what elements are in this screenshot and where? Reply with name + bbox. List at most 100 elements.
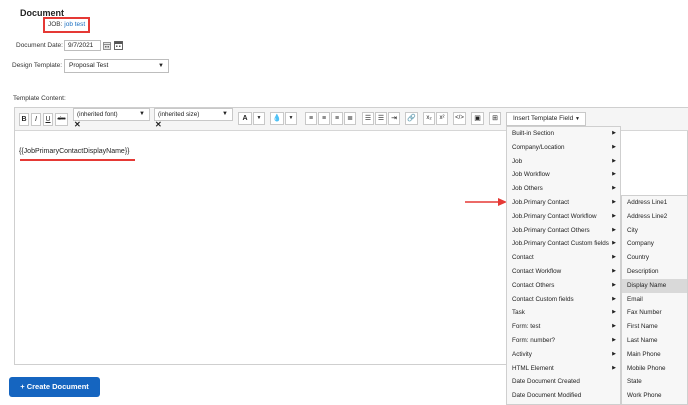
plus-icon: + <box>20 382 25 391</box>
submenu-item-address-line1[interactable]: Address Line1 <box>622 196 687 210</box>
align-center-button[interactable]: ≡ <box>318 112 330 125</box>
menu-item-job-others[interactable]: Job Others ▶ <box>507 182 620 196</box>
align-center-icon: ≡ <box>321 115 327 122</box>
calendar-clear-icon[interactable] <box>103 41 111 50</box>
menu-item-form-number[interactable]: Form: number? ▶ <box>507 334 620 348</box>
menu-item-job-primary-contact-custom-fields[interactable]: Job.Primary Contact Custom fields ▶ <box>507 237 620 251</box>
view-source-button[interactable]: </> <box>453 112 466 125</box>
document-date-label: Document Date: <box>16 42 63 49</box>
insert-template-field-button[interactable]: Insert Template Field ▼ <box>506 112 586 126</box>
job-link[interactable]: job test <box>64 21 85 28</box>
chevron-right-icon: ▶ <box>612 199 616 205</box>
chevron-right-icon: ▶ <box>612 295 616 302</box>
menu-item-contact[interactable]: Contact ▶ <box>507 251 620 265</box>
submenu-item-work-phone[interactable]: Work Phone <box>622 389 687 403</box>
menu-item-company-location[interactable]: Company/Location ▶ <box>507 141 620 155</box>
table-icon: ⊞ <box>492 115 498 122</box>
align-right-button[interactable]: ≡ <box>331 112 343 125</box>
align-left-button[interactable]: ≡ <box>305 112 317 125</box>
insert-table-button[interactable]: ⊞ <box>489 112 501 125</box>
menu-item-job[interactable]: Job ▶ <box>507 155 620 169</box>
bold-button[interactable]: B <box>19 113 29 126</box>
numbered-list-button[interactable]: ☰ <box>375 112 387 125</box>
insert-image-button[interactable]: ▣ <box>471 112 484 125</box>
template-field-menu: Built-in Section ▶ Company/Location ▶ Job ▶… <box>506 126 621 405</box>
content-underline-annotation <box>20 159 135 161</box>
font-color-dropdown[interactable]: ▼ <box>253 112 265 125</box>
justify-button[interactable]: ≣ <box>344 112 356 125</box>
submenu-item-company[interactable]: Company <box>622 237 687 251</box>
document-date-input[interactable]: 9/7/2021 <box>64 40 101 51</box>
font-color-button[interactable]: A <box>238 112 252 125</box>
menu-item-contact-others[interactable]: Contact Others ▶ <box>507 279 620 293</box>
chevron-down-icon: ▼ <box>139 111 145 117</box>
background-color-button[interactable]: 💧 <box>270 112 284 125</box>
paint-drop-icon: 💧 <box>272 115 282 122</box>
create-document-label: Create Document <box>26 382 89 391</box>
chevron-right-icon: ▶ <box>612 281 616 288</box>
superscript-button[interactable]: x² <box>436 112 448 125</box>
create-document-button[interactable]: + Create Document <box>9 377 100 397</box>
submenu-item-display-name[interactable]: Display Name <box>622 278 687 293</box>
submenu-item-last-name[interactable]: Last Name <box>622 334 687 348</box>
submenu-item-state[interactable]: State <box>622 375 687 389</box>
submenu-item-mobile-phone[interactable]: Mobile Phone <box>622 362 687 376</box>
submenu-item-country[interactable]: Country <box>622 251 687 265</box>
submenu-item-description[interactable]: Description <box>622 265 687 279</box>
submenu-item-main-phone[interactable]: Main Phone <box>622 348 687 362</box>
menu-item-task[interactable]: Task ▶ <box>507 306 620 320</box>
primary-contact-submenu: Address Line1 Address Line2 City Company… <box>621 195 688 405</box>
subscript-button[interactable]: x₂ <box>423 112 435 125</box>
job-reference: JOB: job test <box>43 17 90 33</box>
font-size-value: (inherited size) <box>158 111 200 118</box>
strikethrough-button[interactable]: abc <box>55 113 68 126</box>
menu-item-date-document-modified[interactable]: Date Document Modified <box>507 389 620 403</box>
indent-button[interactable]: ⇥ <box>388 112 400 125</box>
close-icon[interactable]: ✕ <box>74 120 81 129</box>
menu-item-job-primary-contact[interactable]: Job.Primary Contact ▶ <box>507 196 620 210</box>
numbered-list-icon: ☰ <box>377 115 385 122</box>
chevron-right-icon: ▶ <box>612 143 616 150</box>
submenu-item-email[interactable]: Email <box>622 293 687 307</box>
align-right-icon: ≡ <box>334 115 340 122</box>
menu-item-job-primary-contact-others[interactable]: Job.Primary Contact Others ▶ <box>507 224 620 238</box>
close-icon[interactable]: ✕ <box>155 120 162 129</box>
italic-button[interactable]: I <box>31 113 41 126</box>
chevron-down-icon: ▼ <box>158 63 164 69</box>
menu-item-activity[interactable]: Activity ▶ <box>507 348 620 362</box>
design-template-select[interactable]: Proposal Test ▼ <box>64 59 169 73</box>
font-size-select[interactable]: (inherited size) ▼ <box>154 108 233 121</box>
chevron-right-icon: ▶ <box>612 226 616 233</box>
indent-icon: ⇥ <box>391 115 397 122</box>
image-icon: ▣ <box>474 115 481 122</box>
insert-link-button[interactable]: 🔗 <box>405 112 418 125</box>
menu-item-job-workflow[interactable]: Job Workflow ▶ <box>507 168 620 182</box>
submenu-item-address-line2[interactable]: Address Line2 <box>622 210 687 224</box>
code-icon: </> <box>455 115 464 121</box>
template-content-label: Template Content: <box>13 95 66 102</box>
align-left-icon: ≡ <box>308 115 314 122</box>
bullet-list-button[interactable]: ☰ <box>362 112 374 125</box>
chevron-right-icon: ▶ <box>612 268 616 274</box>
menu-item-contact-workflow[interactable]: Contact Workflow ▶ <box>507 265 620 279</box>
submenu-item-fax-number[interactable]: Fax Number <box>622 306 687 320</box>
chevron-down-icon: ▼ <box>288 115 294 121</box>
insert-template-field-label: Insert Template Field <box>513 115 574 122</box>
menu-item-date-document-created[interactable]: Date Document Created <box>507 375 620 389</box>
link-icon: 🔗 <box>407 115 416 122</box>
submenu-item-first-name[interactable]: First Name <box>622 320 687 334</box>
menu-item-contact-custom-fields[interactable]: Contact Custom fields ▶ <box>507 293 620 307</box>
underline-button[interactable]: U <box>43 113 53 126</box>
background-color-dropdown[interactable]: ▼ <box>285 112 297 125</box>
font-family-select[interactable]: (inherited font) ▼ <box>73 108 150 121</box>
menu-item-built-in-section[interactable]: Built-in Section ▶ <box>507 127 620 141</box>
bullet-list-icon: ☰ <box>364 115 372 122</box>
chevron-right-icon: ▶ <box>612 130 616 136</box>
chevron-right-icon: ▶ <box>612 337 616 343</box>
menu-item-html-element[interactable]: HTML Element ▶ <box>507 362 620 376</box>
submenu-item-city[interactable]: City <box>622 224 687 238</box>
chevron-right-icon: ▶ <box>612 323 616 330</box>
menu-item-form-test[interactable]: Form: test ▶ <box>507 320 620 334</box>
menu-item-job-primary-contact-workflow[interactable]: Job.Primary Contact Workflow ▶ <box>507 210 620 224</box>
calendar-icon[interactable] <box>114 40 123 50</box>
